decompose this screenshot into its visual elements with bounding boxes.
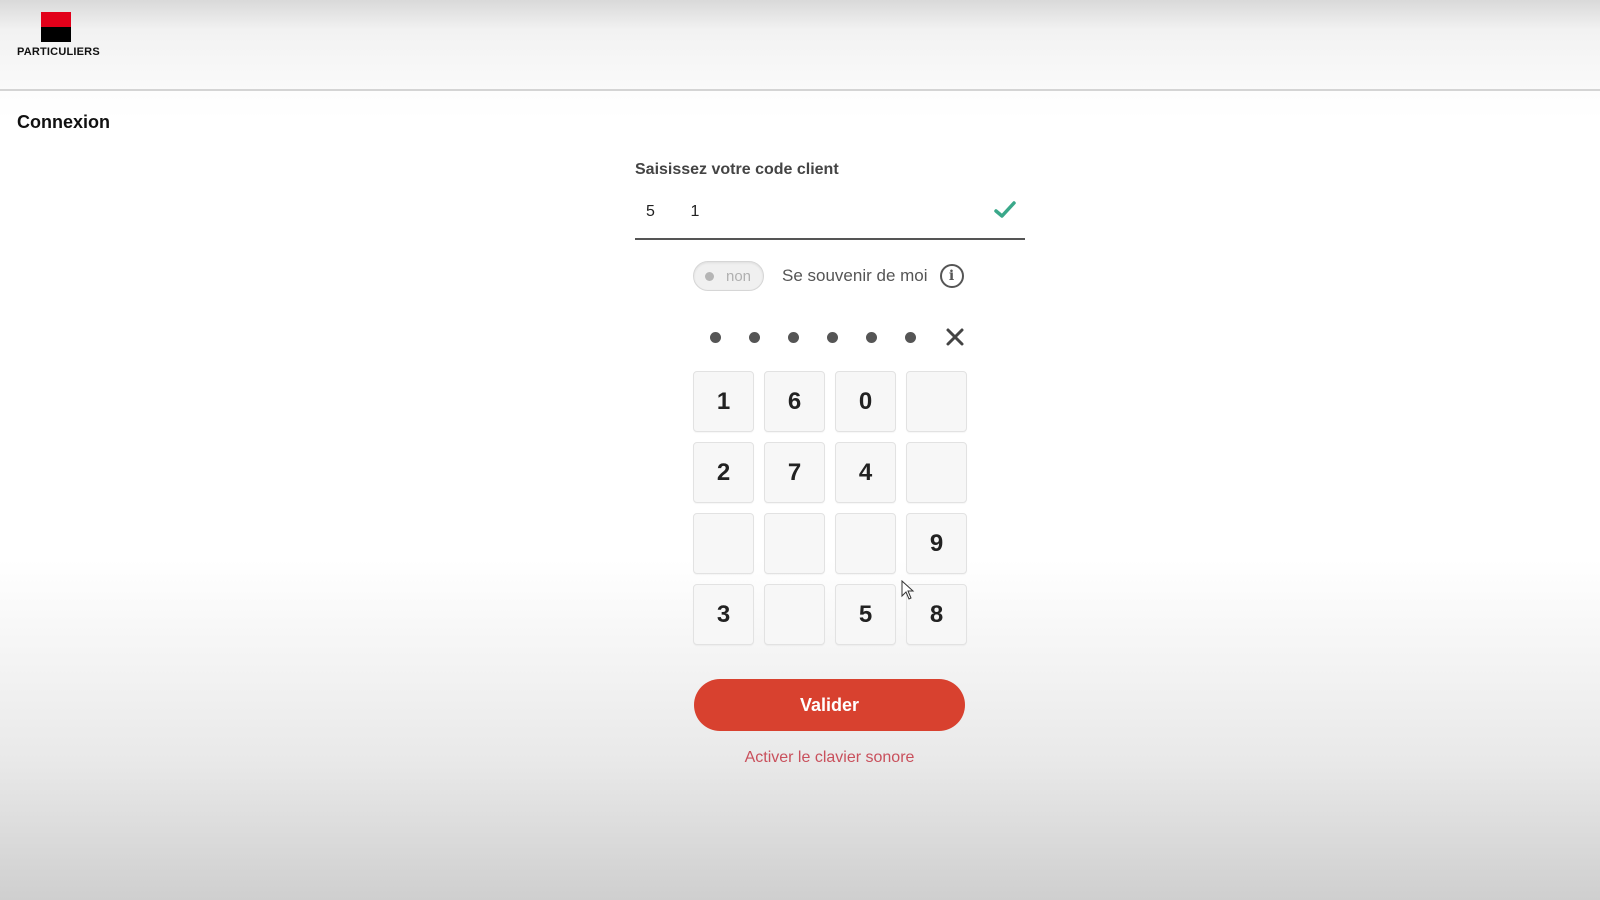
remember-me-toggle[interactable]: non xyxy=(693,261,764,291)
remember-me-label: Se souvenir de moi xyxy=(782,266,928,285)
keypad-key-empty[interactable] xyxy=(906,442,967,503)
pin-dot xyxy=(710,331,721,343)
info-icon[interactable]: i xyxy=(939,264,964,288)
toggle-knob xyxy=(705,272,714,281)
check-icon xyxy=(994,201,1016,218)
keypad-key-empty[interactable] xyxy=(906,371,967,432)
keypad-key[interactable]: 6 xyxy=(764,371,825,432)
keypad-key-empty[interactable] xyxy=(764,584,825,645)
keypad-key[interactable]: 9 xyxy=(906,513,967,574)
keypad-key[interactable]: 0 xyxy=(835,371,896,432)
remember-me-row: non Se souvenir de moi i xyxy=(693,261,964,291)
pin-dot xyxy=(749,331,760,343)
pin-dot xyxy=(827,331,838,343)
pin-dot xyxy=(788,331,799,343)
bank-logo[interactable]: PARTICULIERS xyxy=(17,12,101,58)
audio-keyboard-link[interactable]: Activer le clavier sonore xyxy=(694,749,965,767)
keypad-key-empty[interactable] xyxy=(693,513,754,574)
validate-button[interactable]: Valider xyxy=(694,679,965,731)
keypad-key[interactable]: 5 xyxy=(835,584,896,645)
virtual-keypad: 1 6 0 2 7 4 9 3 5 8 xyxy=(693,371,967,645)
pin-dot xyxy=(866,331,877,343)
keypad-key[interactable]: 7 xyxy=(764,442,825,503)
code-client-input[interactable]: 5 1 xyxy=(635,194,1025,240)
code-client-value: 5 1 xyxy=(646,203,700,220)
code-client-label: Saisissez votre code client xyxy=(635,161,839,178)
toggle-state-text: non xyxy=(726,268,752,285)
keypad-key[interactable]: 8 xyxy=(906,584,967,645)
site-header: PARTICULIERS xyxy=(0,0,1600,91)
pin-dot xyxy=(905,331,916,343)
keypad-key-empty[interactable] xyxy=(835,513,896,574)
logo-text: PARTICULIERS xyxy=(17,46,100,58)
pin-indicator xyxy=(710,327,966,347)
logo-mark xyxy=(41,12,71,42)
keypad-key-empty[interactable] xyxy=(764,513,825,574)
keypad-key[interactable]: 4 xyxy=(835,442,896,503)
keypad-key[interactable]: 3 xyxy=(693,584,754,645)
keypad-key[interactable]: 1 xyxy=(693,371,754,432)
mouse-cursor-icon xyxy=(901,580,915,600)
page-title: Connexion xyxy=(17,112,110,132)
close-icon[interactable] xyxy=(944,326,966,348)
keypad-key[interactable]: 2 xyxy=(693,442,754,503)
